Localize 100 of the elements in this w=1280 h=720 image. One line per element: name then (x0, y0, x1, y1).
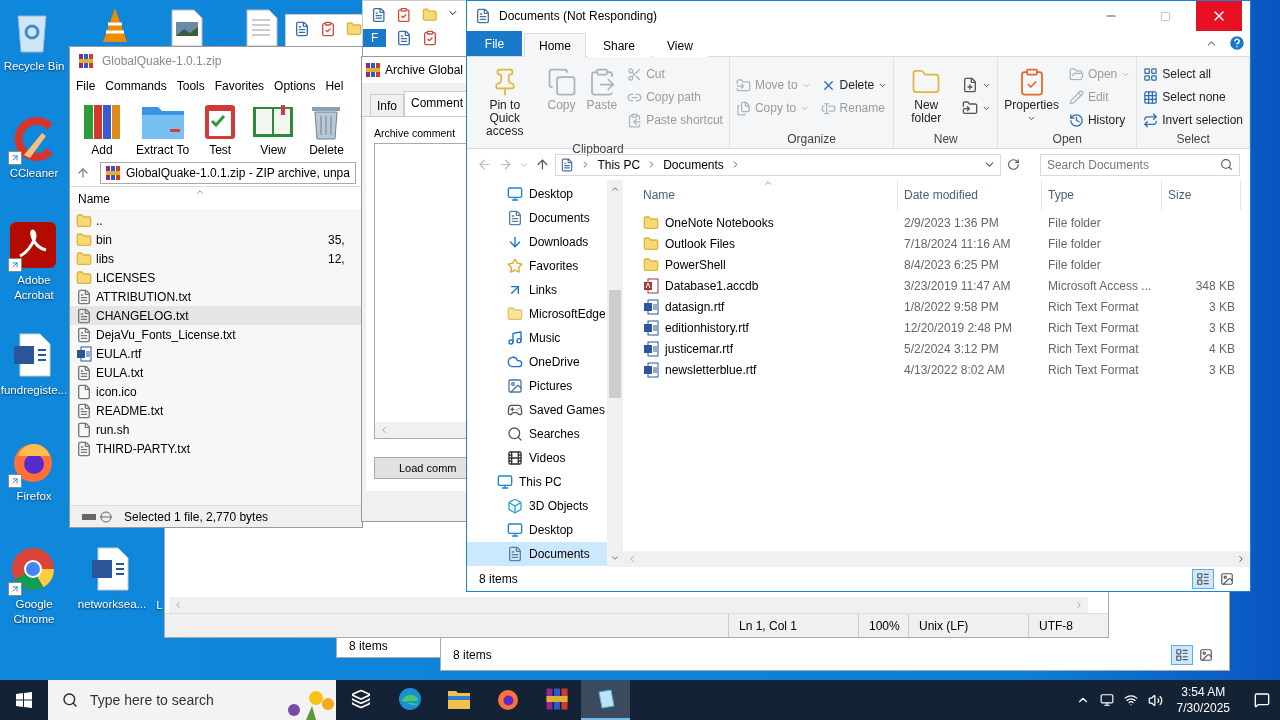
file-tab[interactable]: File (467, 31, 522, 56)
nav-item[interactable]: Downloads (467, 230, 607, 254)
file-row[interactable]: LICENSES (70, 268, 362, 287)
volume-icon[interactable] (1147, 692, 1163, 708)
ribbon-button[interactable]: Pin to Quick access (471, 63, 539, 142)
address-bar[interactable]: GlobalQuake-1.0.1.zip - ZIP archive, unpa (100, 161, 356, 184)
ribbon-button[interactable]: History (1066, 109, 1133, 131)
file-row[interactable]: Outlook Files 7/18/2024 11:16 AM File folder (623, 233, 1250, 254)
details-view-button[interactable] (1192, 569, 1214, 589)
network-icon[interactable] (1099, 693, 1114, 707)
windows-icon[interactable] (16, 692, 32, 708)
nav-item[interactable]: 3D Objects (467, 494, 607, 518)
scrollbar-thumb[interactable] (609, 290, 621, 398)
scroll-down-icon[interactable] (610, 553, 620, 563)
nav-item[interactable]: Favorites (467, 254, 607, 278)
menu-item[interactable]: File (76, 79, 96, 93)
file-row[interactable]: run.sh (70, 420, 362, 439)
toolbar-button[interactable]: Delete (309, 101, 344, 157)
nav-item[interactable]: Desktop (467, 518, 607, 542)
column-header[interactable]: Name (623, 180, 898, 210)
file-row[interactable]: PowerShell 8/4/2023 6:25 PM File folder (623, 254, 1250, 275)
ribbon-button[interactable]: Select none (1141, 86, 1245, 108)
nav-item[interactable]: MicrosoftEdge (467, 302, 607, 326)
desktop-icon-label[interactable]: Firefox (16, 489, 52, 504)
wifi-icon[interactable] (1123, 693, 1138, 707)
monitor-icon (507, 186, 523, 202)
desktop-icon-label[interactable]: L (156, 598, 163, 613)
menu-item[interactable]: Hel (325, 79, 344, 93)
file-row[interactable]: DejaVu_Fonts_License.txt (70, 325, 362, 344)
ribbon-button[interactable]: Invert selection (1141, 109, 1245, 131)
file-row[interactable]: README.txt (70, 401, 362, 420)
menu-item[interactable]: Options (274, 79, 316, 93)
ribbon-button[interactable]: Properties (1002, 63, 1061, 127)
file-row[interactable]: EULA.rtf (70, 344, 362, 363)
file-row[interactable]: EULA.txt (70, 363, 362, 382)
taskbar-app[interactable] (581, 680, 630, 720)
file-row[interactable]: THIRD-PARTY.txt (70, 439, 362, 458)
breadcrumb-item[interactable]: Documents (663, 157, 724, 172)
file-row[interactable]: Database1.accdb 3/23/2019 11:47 AM Microsoft Access ... 348 KB (623, 275, 1250, 296)
dialog-tab[interactable]: Comment (404, 91, 466, 116)
nav-item[interactable]: Pictures (467, 374, 607, 398)
column-header[interactable]: Type (1042, 180, 1162, 210)
dialog-tab[interactable]: Info (370, 94, 404, 116)
desktop-icon-label[interactable]: CCleaner (9, 166, 59, 181)
nav-item[interactable]: Searches (467, 422, 607, 446)
file-row[interactable]: newsletterblue.rtf 4/13/2022 8:02 AM Rich Text Format 3 KB (623, 359, 1250, 380)
nav-item[interactable]: Music (467, 326, 607, 350)
up-icon[interactable] (76, 165, 90, 180)
menu-item[interactable]: Favorites (214, 79, 265, 93)
load-comment-button[interactable]: Load comm (374, 457, 466, 479)
file-row[interactable]: ATTRIBUTION.txt (70, 287, 362, 306)
file-tab[interactable]: F (363, 29, 387, 47)
desktop-icon-label[interactable]: networksea... (77, 597, 147, 612)
ribbon-button[interactable]: Select all (1141, 63, 1245, 85)
details-view-button[interactable] (1171, 645, 1193, 665)
file-row[interactable]: editionhistory.rtf 12/20/2019 2:48 PM Rich Text Format 3 KB (623, 317, 1250, 338)
file-row[interactable]: datasign.rtf 1/8/2022 9:58 PM Rich Text Format 3 KB (623, 296, 1250, 317)
scroll-right-icon[interactable] (1236, 554, 1246, 564)
file-row[interactable]: justicemar.rtf 5/2/2024 3:12 PM Rich Text Format 4 KB (623, 338, 1250, 359)
nav-item[interactable]: Links (467, 278, 607, 302)
toolbar-button[interactable]: Add (82, 101, 122, 157)
nav-item[interactable]: Videos (467, 446, 607, 470)
help-icon[interactable] (1228, 34, 1246, 52)
file-row[interactable]: bin 35, (70, 230, 362, 249)
ribbon-button[interactable]: Delete (818, 74, 890, 96)
ribbon-button[interactable]: New folder (898, 63, 955, 129)
nav-item[interactable]: This PC (467, 470, 607, 494)
up-icon[interactable] (534, 157, 550, 172)
search-field[interactable]: Type here to search (48, 680, 336, 720)
search-field[interactable]: Search Documents (1039, 153, 1240, 176)
ribbon-tab[interactable]: Home (524, 33, 586, 57)
menu-item[interactable]: Commands (105, 79, 167, 93)
nav-item[interactable]: OneDrive (467, 350, 607, 374)
file-row[interactable]: libs 12, (70, 249, 362, 268)
file-row[interactable]: OneNote Notebooks 2/9/2023 1:36 PM File folder (623, 212, 1250, 233)
file-row[interactable]: CHANGELOG.txt (70, 306, 362, 325)
notifications-icon[interactable] (1254, 692, 1270, 708)
column-header[interactable]: Date modified (898, 180, 1042, 210)
nav-item[interactable]: Documents (467, 206, 607, 230)
desktop-icon-label[interactable]: Adobe Acrobat (0, 273, 68, 303)
file-row[interactable]: icon.ico (70, 382, 362, 401)
menu-item[interactable]: Tools (176, 79, 205, 93)
nav-item[interactable]: Saved Games (467, 398, 607, 422)
address-bar[interactable]: This PC Documents (555, 153, 1001, 176)
toolbar-button[interactable]: Extract To (136, 101, 190, 157)
toolbar-button[interactable]: Test (203, 101, 238, 157)
column-header[interactable]: Name (78, 191, 110, 206)
clock[interactable]: 3:54 AM 7/30/2025 (1172, 684, 1234, 716)
scroll-up-icon[interactable] (610, 184, 620, 194)
desktop-icon-label[interactable]: Recycle Bin (3, 59, 65, 74)
desktop-icon-label[interactable]: fundregiste... (0, 383, 68, 398)
breadcrumb-item[interactable]: This PC (597, 157, 641, 172)
folder-icon (507, 306, 523, 322)
desktop-icon-label[interactable]: Google Chrome (0, 597, 68, 627)
toolbar-button[interactable]: View (251, 101, 296, 157)
nav-item[interactable]: Desktop (467, 182, 607, 206)
refresh-icon[interactable] (1007, 158, 1020, 171)
column-header[interactable]: Size (1162, 180, 1241, 210)
nav-item[interactable]: Documents (467, 542, 607, 566)
file-row[interactable]: .. (70, 211, 362, 230)
